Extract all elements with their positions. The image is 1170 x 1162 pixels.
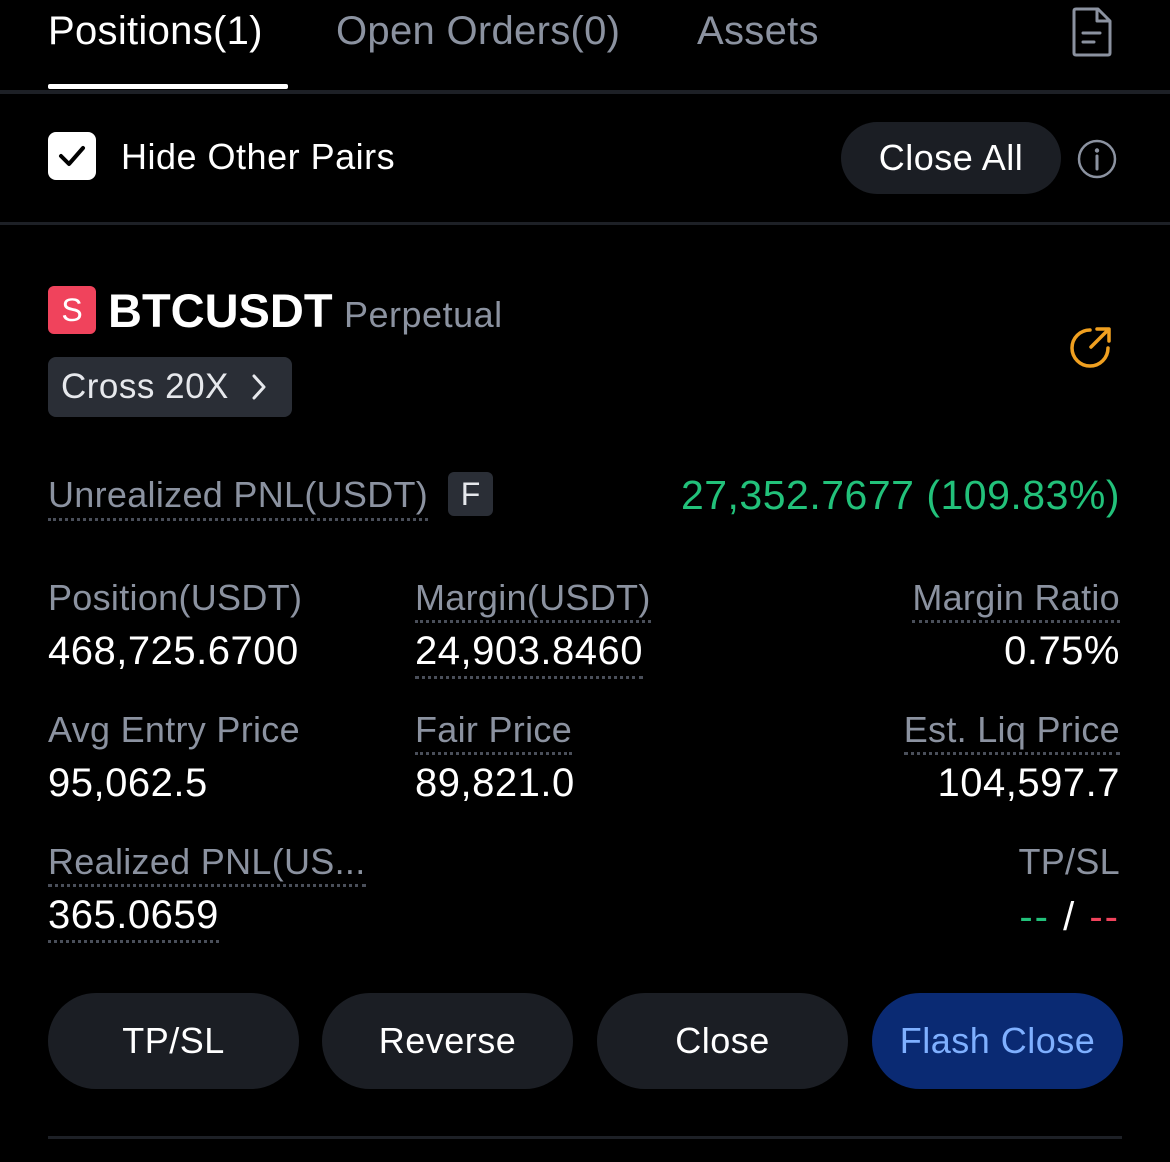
- share-icon[interactable]: [1068, 322, 1116, 370]
- check-icon: [59, 146, 85, 166]
- fair-price-label[interactable]: Fair Price: [415, 708, 573, 755]
- tpsl-value[interactable]: -- / --: [1019, 892, 1120, 942]
- leverage-selector[interactable]: Cross 20X: [48, 357, 292, 417]
- divider: [48, 1136, 1122, 1139]
- flash-close-button[interactable]: Flash Close: [872, 993, 1123, 1089]
- document-icon[interactable]: [1070, 6, 1114, 58]
- contract-type: Perpetual: [344, 294, 503, 335]
- position-size-value: 468,725.6700: [48, 629, 299, 673]
- est-liq-price-label[interactable]: Est. Liq Price: [903, 708, 1120, 755]
- chevron-right-icon: [252, 374, 266, 400]
- margin-value[interactable]: 24,903.8460: [415, 626, 643, 679]
- realized-pnl-value[interactable]: 365.0659: [48, 890, 219, 943]
- filter-row: Hide Other Pairs Close All: [0, 94, 1170, 225]
- avg-entry-price-label: Avg Entry Price: [48, 709, 300, 750]
- position-size-label: Position(USDT): [48, 577, 303, 618]
- info-icon[interactable]: [1076, 138, 1118, 180]
- leverage-label: Cross 20X: [61, 367, 229, 406]
- active-tab-indicator: [48, 84, 288, 89]
- margin-ratio-value: 0.75%: [1004, 629, 1120, 673]
- fair-price-value: 89,821.0: [415, 761, 575, 805]
- reverse-button[interactable]: Reverse: [322, 993, 573, 1089]
- margin-label[interactable]: Margin(USDT): [415, 576, 651, 623]
- hide-other-pairs-checkbox[interactable]: [48, 132, 96, 180]
- realized-pnl-label[interactable]: Realized PNL(US...: [48, 840, 366, 887]
- take-profit-value: --: [1019, 895, 1050, 939]
- margin-ratio-label[interactable]: Margin Ratio: [912, 576, 1120, 623]
- unrealized-pnl-label[interactable]: Unrealized PNL(USDT): [48, 472, 429, 521]
- fair-price-badge[interactable]: F: [448, 472, 493, 516]
- tpsl-button[interactable]: TP/SL: [48, 993, 299, 1089]
- unrealized-pnl-value: 27,352.7677 (109.83%): [680, 472, 1120, 518]
- stop-loss-value: --: [1089, 895, 1120, 939]
- tab-assets[interactable]: Assets: [697, 6, 819, 56]
- hide-other-pairs-label[interactable]: Hide Other Pairs: [121, 134, 395, 180]
- tab-open-orders[interactable]: Open Orders(0): [336, 6, 620, 56]
- close-all-button[interactable]: Close All: [841, 122, 1061, 194]
- avg-entry-price-value: 95,062.5: [48, 761, 208, 805]
- tpsl-label: TP/SL: [1018, 841, 1120, 882]
- tab-bar: Positions(1) Open Orders(0) Assets: [0, 0, 1170, 94]
- position-symbol: BTCUSDT: [108, 284, 333, 337]
- tab-positions[interactable]: Positions(1): [48, 6, 263, 56]
- tpsl-separator: /: [1063, 895, 1077, 939]
- est-liq-price-value: 104,597.7: [937, 761, 1120, 805]
- side-badge: S: [48, 286, 96, 334]
- close-button[interactable]: Close: [597, 993, 848, 1089]
